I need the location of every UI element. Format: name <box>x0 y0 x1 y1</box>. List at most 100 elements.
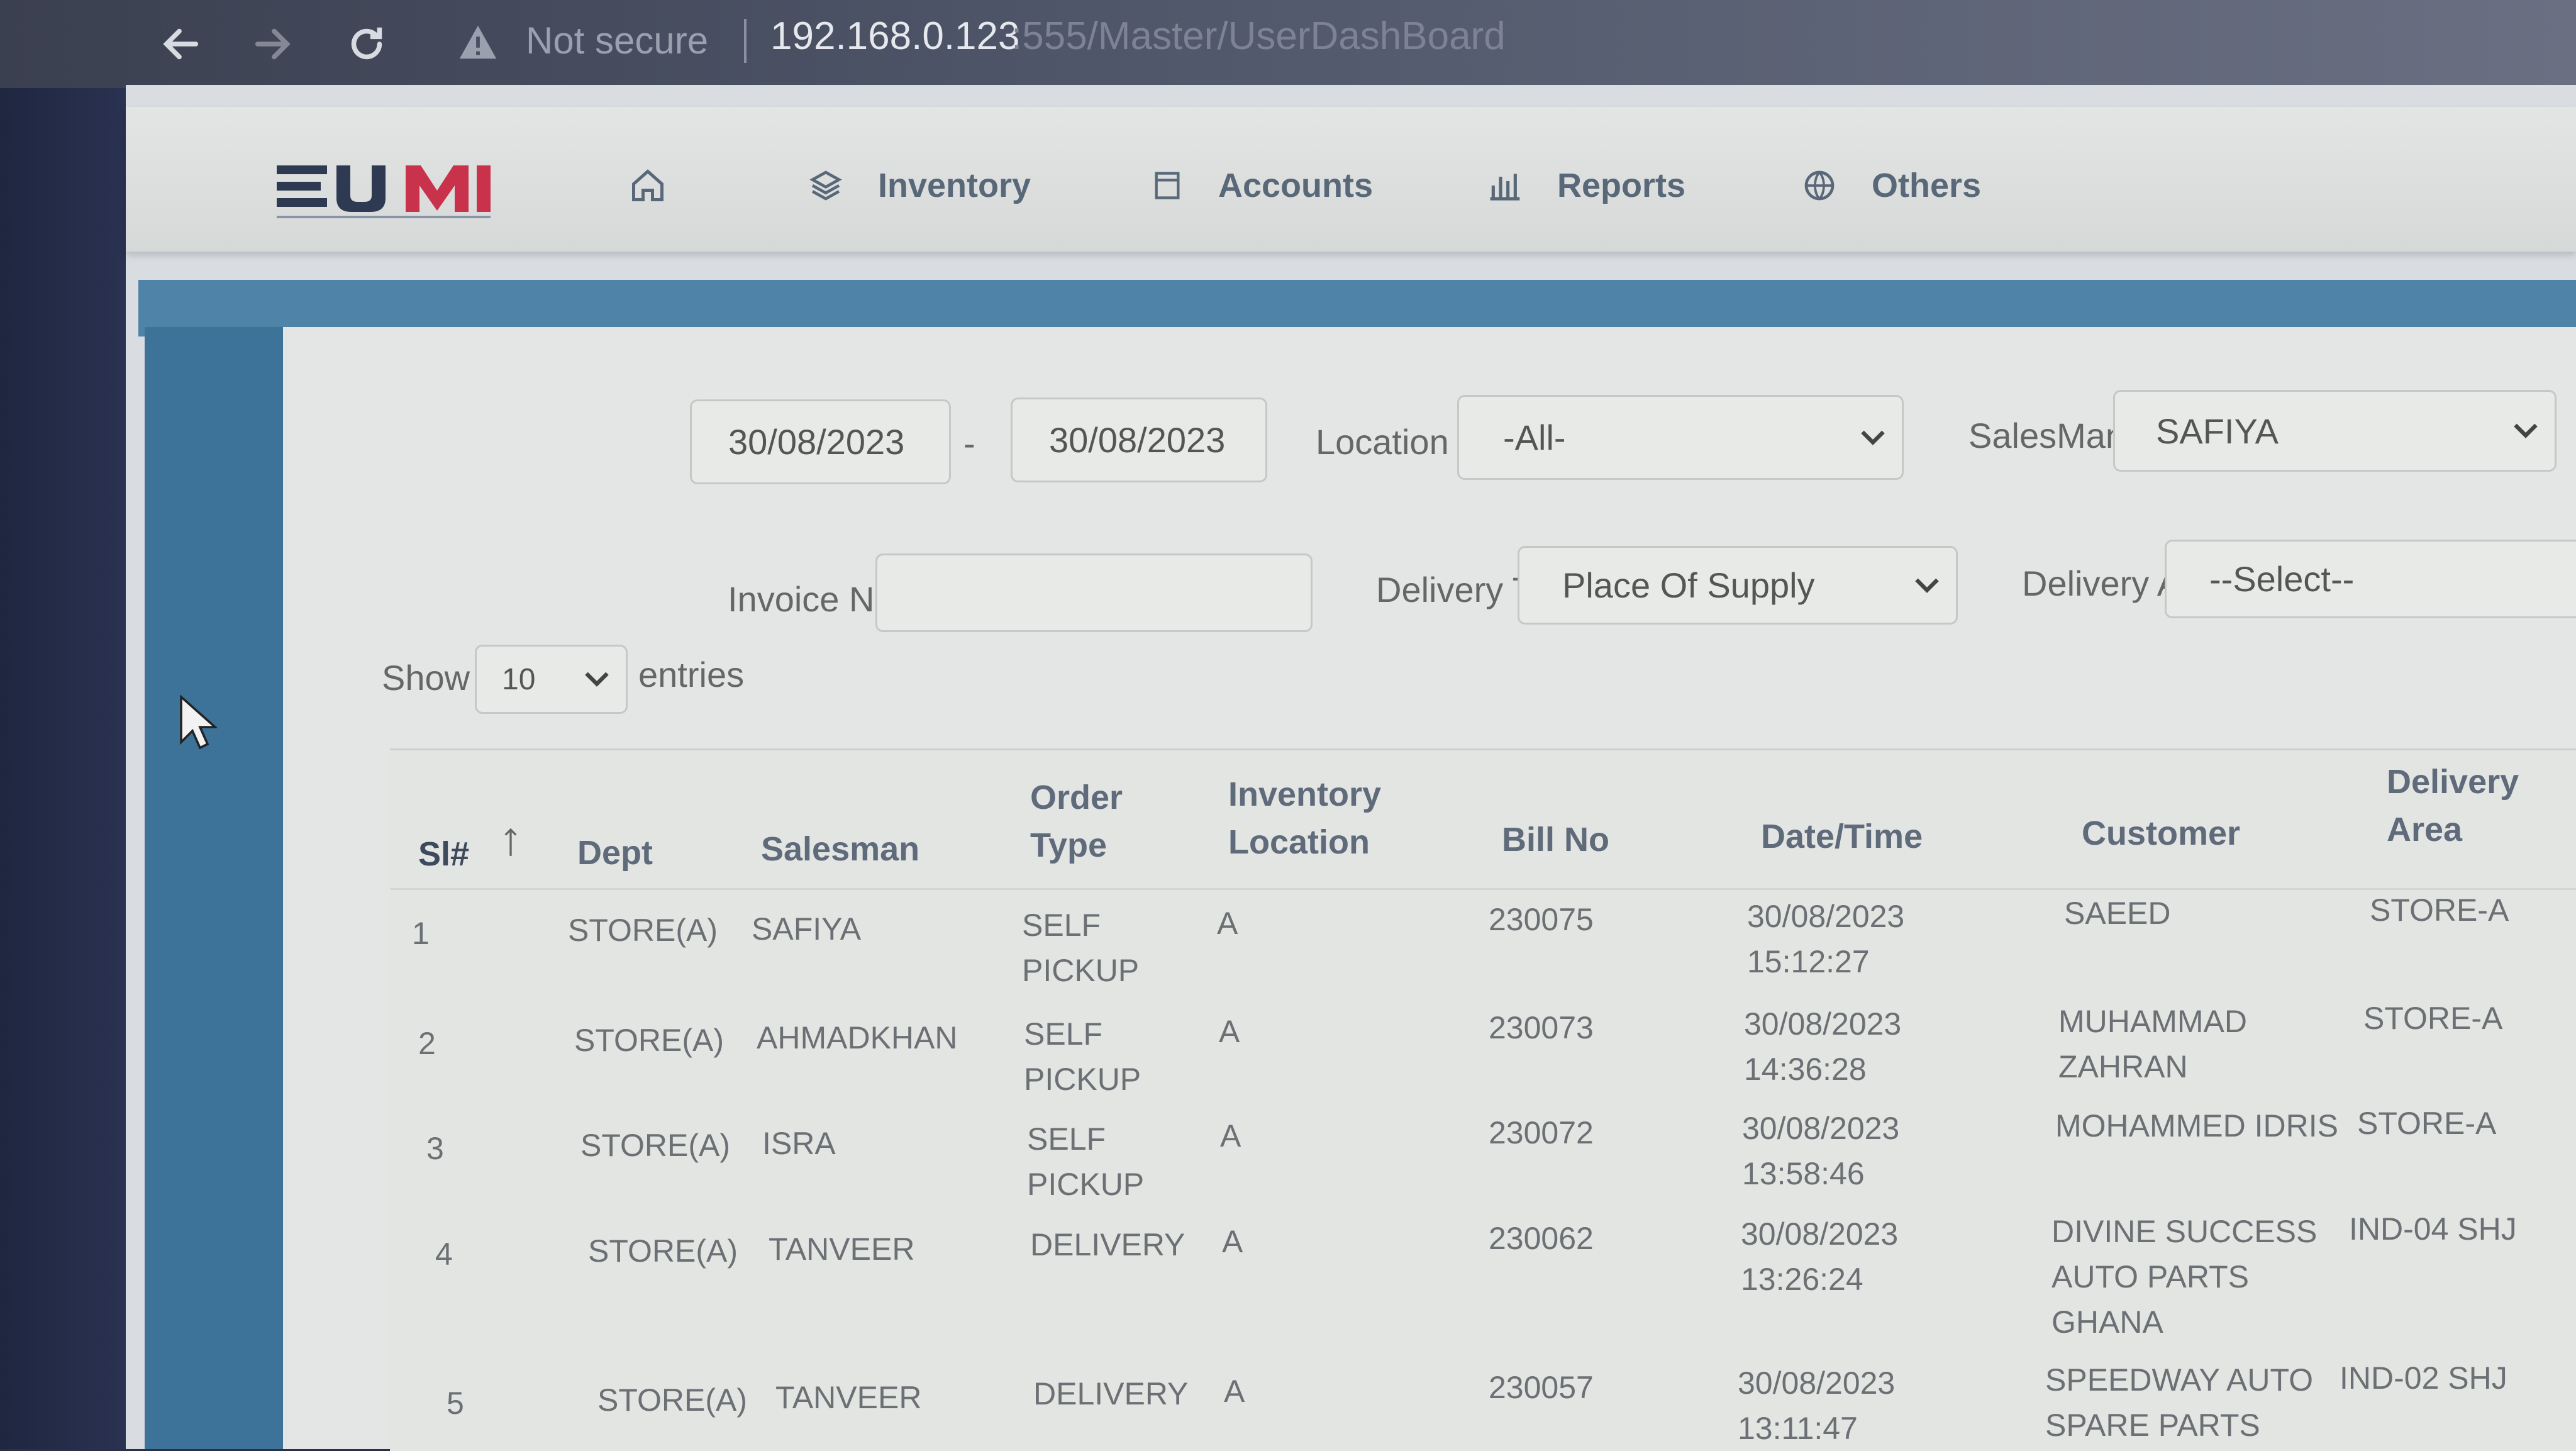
back-arrow-icon <box>163 28 199 60</box>
delivery-area-label: Delivery A <box>2022 564 2181 603</box>
browser-toolbar: Not secure 192.168.0.123 :555/Master/Use… <box>0 0 2576 88</box>
cell-dept: STORE(A) <box>580 1128 730 1163</box>
desktop-edge <box>0 88 145 1449</box>
chevron-down-icon <box>1915 578 1939 593</box>
mouse-cursor-icon <box>180 695 217 750</box>
cell-bill-no[interactable]: 230072 <box>1489 1110 1594 1155</box>
cell-salesman: ISRA <box>762 1126 836 1161</box>
delivery-type-select[interactable]: Place Of Supply <box>1518 546 1958 625</box>
salesman-label: SalesMan <box>1968 416 2126 455</box>
cell-bill-no[interactable]: 230062 <box>1489 1216 1594 1261</box>
date-to-input[interactable]: 30/08/2023 <box>1011 397 1267 482</box>
location-select[interactable]: -All- <box>1457 395 1904 480</box>
cell-datetime: 30/08/2023 15:12:27 <box>1747 899 1905 979</box>
salesman-select[interactable]: SAFIYA <box>2113 390 2557 472</box>
header-separator <box>390 888 2576 890</box>
cell-salesman: TANVEER <box>769 1231 915 1267</box>
header-dept[interactable]: Dept <box>577 829 653 877</box>
entries-label: entries <box>638 655 745 694</box>
url-host[interactable]: 192.168.0.123 <box>770 14 1020 58</box>
cell-dept: STORE(A) <box>588 1233 738 1269</box>
header-salesman[interactable]: Salesman <box>761 825 919 873</box>
cell-customer: MUHAMMAD ZAHRAN <box>2058 1004 2247 1084</box>
header-order-type[interactable]: Order Type <box>1030 774 1123 869</box>
sales-table <box>390 748 2576 1451</box>
cell-salesman: TANVEER <box>775 1380 922 1415</box>
chevron-down-icon <box>1861 430 1885 445</box>
header-bill-no[interactable]: Bill No <box>1502 816 1609 864</box>
forward-arrow-icon <box>255 28 291 60</box>
cell-sl: 1 <box>412 916 430 951</box>
cell-delivery-area: STORE-A <box>2357 1106 2497 1141</box>
cell-inventory-location: A <box>1220 1118 1241 1154</box>
show-label: Show <box>382 658 470 698</box>
reload-icon <box>351 27 382 60</box>
cell-dept: STORE(A) <box>597 1382 747 1418</box>
reload-button[interactable] <box>336 14 397 74</box>
nav-inventory[interactable]: Inventory <box>808 157 1031 214</box>
cell-order-type: DELIVERY <box>1030 1227 1185 1262</box>
nav-accounts[interactable]: Accounts <box>1151 157 1373 214</box>
book-icon <box>1155 172 1180 199</box>
back-button[interactable] <box>151 14 211 74</box>
date-to-value: 30/08/2023 <box>1049 420 1226 460</box>
header-sl[interactable]: Sl# <box>418 830 469 878</box>
cell-sl: 2 <box>418 1026 436 1061</box>
delivery-type-label: Delivery T <box>1376 570 1535 609</box>
delivery-type-value: Place Of Supply <box>1562 565 1815 605</box>
cell-delivery-area: STORE-A <box>2370 892 2509 928</box>
cell-sl: 3 <box>426 1131 444 1166</box>
invoice-label: Invoice N <box>728 579 875 619</box>
invoice-input[interactable] <box>875 553 1313 632</box>
entries-select[interactable]: 10 <box>475 645 628 714</box>
nav-inventory-label: Inventory <box>878 167 1031 204</box>
nav-reports[interactable]: Reports <box>1487 157 1685 214</box>
url-path[interactable]: :555/Master/UserDashBoard <box>1011 14 1506 58</box>
cell-bill-no[interactable]: 230075 <box>1489 897 1594 942</box>
header-delivery-area[interactable]: Delivery Area <box>2387 758 2519 853</box>
date-separator: - <box>963 423 975 463</box>
cell-order-type: SELF PICKUP <box>1022 908 1140 988</box>
sort-asc-icon[interactable] <box>503 827 518 859</box>
cell-datetime: 30/08/2023 13:26:24 <box>1741 1216 1899 1297</box>
globe-icon <box>1804 170 1835 201</box>
cell-datetime: 30/08/2023 14:36:28 <box>1744 1006 1902 1087</box>
cell-order-type: DELIVERY <box>1033 1376 1189 1411</box>
home-icon <box>632 169 663 201</box>
header-inventory-location[interactable]: Inventory Location <box>1228 770 1381 866</box>
cell-bill-no[interactable]: 230073 <box>1489 1005 1594 1050</box>
nav-others[interactable]: Others <box>1802 157 1981 214</box>
cell-dept: STORE(A) <box>568 913 718 948</box>
cell-inventory-location: A <box>1219 1014 1240 1049</box>
nav-accounts-label: Accounts <box>1218 167 1374 204</box>
cell-inventory-location: A <box>1217 906 1238 941</box>
cell-datetime: 30/08/2023 13:58:46 <box>1742 1111 1900 1191</box>
cell-inventory-location: A <box>1222 1224 1243 1259</box>
date-from-input[interactable]: 30/08/2023 <box>690 399 951 484</box>
chevron-down-icon <box>2514 423 2538 438</box>
company-logo[interactable] <box>277 160 503 223</box>
cell-bill-no[interactable]: 230057 <box>1489 1365 1594 1410</box>
security-status[interactable]: Not secure <box>526 19 708 62</box>
entries-value: 10 <box>502 662 536 696</box>
nav-home[interactable] <box>629 157 667 214</box>
layers-icon <box>809 170 842 201</box>
cell-customer: MOHAMMED IDRIS <box>2055 1108 2338 1143</box>
bar-chart-icon <box>1490 174 1520 201</box>
cell-dept: STORE(A) <box>574 1023 724 1058</box>
nav-reports-label: Reports <box>1557 167 1686 204</box>
header-datetime[interactable]: Date/Time <box>1761 813 1923 860</box>
nav-others-label: Others <box>1872 167 1982 204</box>
url-divider <box>744 19 747 63</box>
delivery-area-select[interactable]: --Select-- <box>2165 540 2576 618</box>
cell-salesman: SAFIYA <box>752 911 862 947</box>
cell-sl: 4 <box>435 1237 453 1272</box>
header-customer[interactable]: Customer <box>2082 809 2240 857</box>
forward-button[interactable] <box>242 14 303 74</box>
cell-order-type: SELF PICKUP <box>1024 1016 1141 1097</box>
cell-inventory-location: A <box>1224 1374 1245 1409</box>
cell-datetime: 30/08/2023 13:11:47 <box>1738 1365 1896 1446</box>
delivery-area-value: --Select-- <box>2209 559 2355 599</box>
cell-customer: SAEED <box>2064 896 2171 931</box>
cell-salesman: AHMADKHAN <box>757 1020 958 1055</box>
